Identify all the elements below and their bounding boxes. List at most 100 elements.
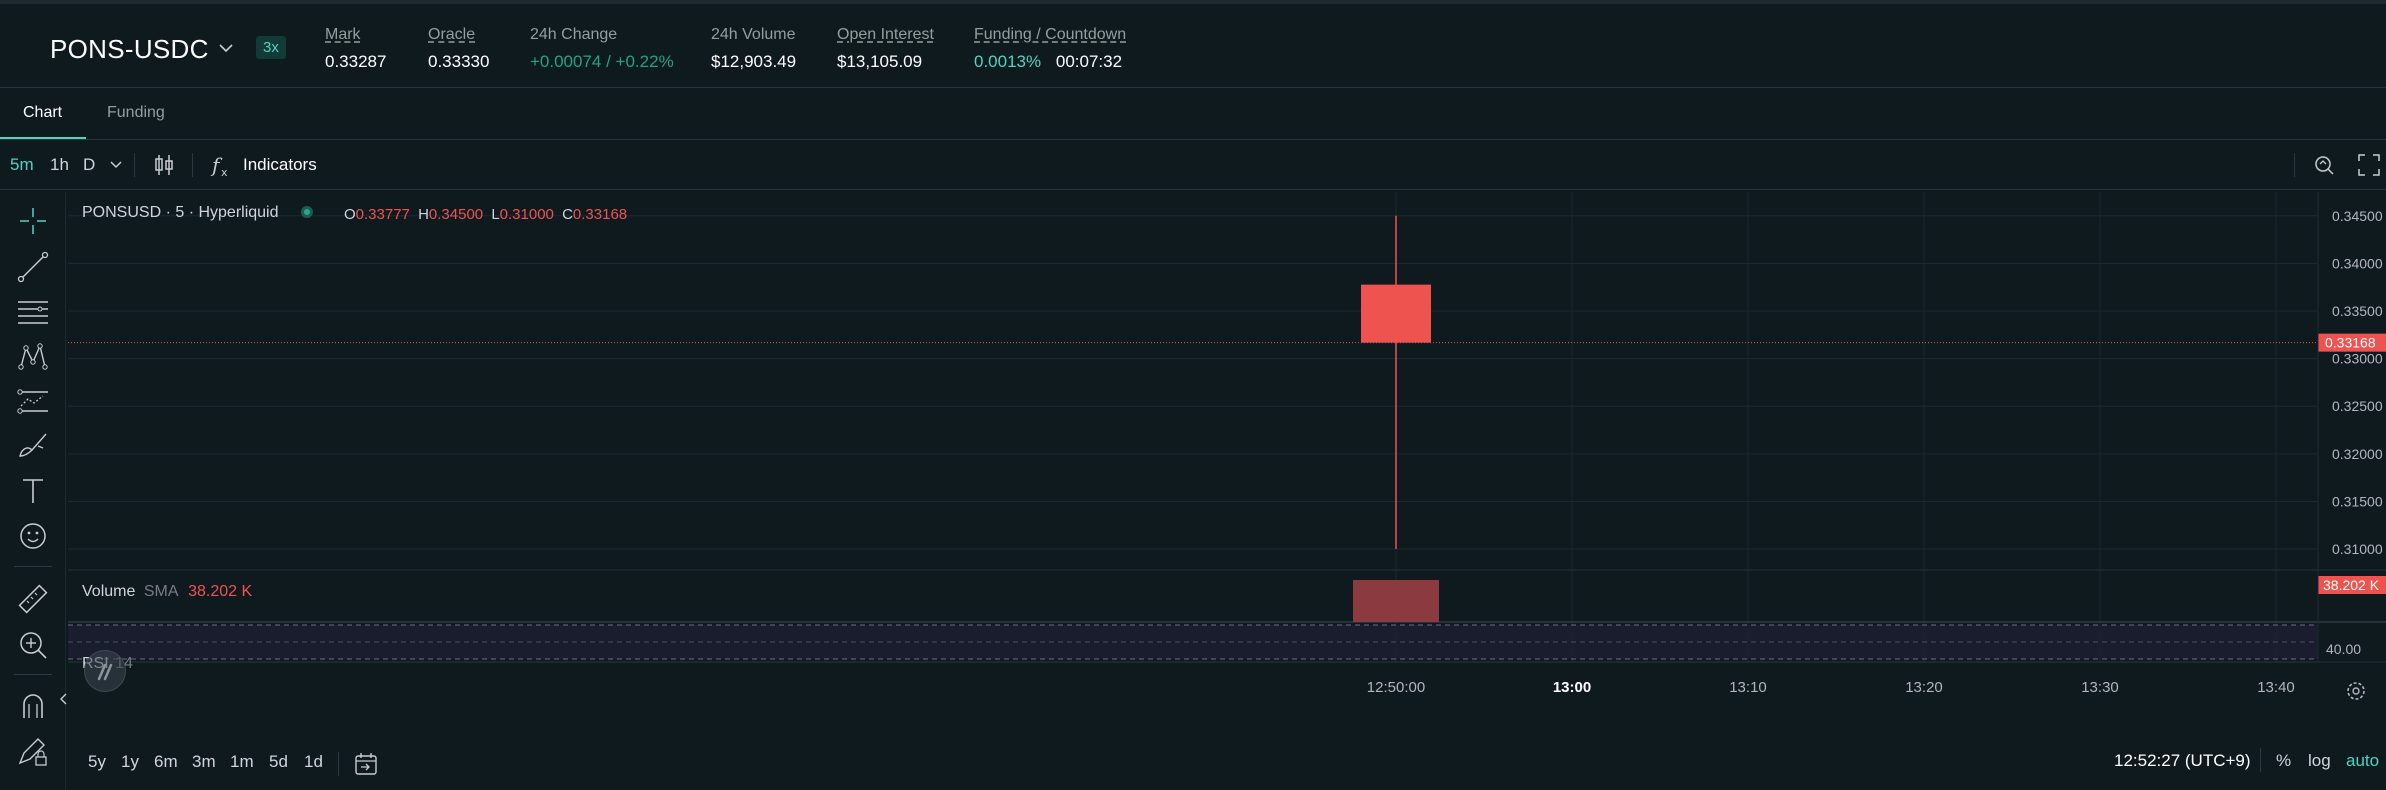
toolbar-divider (2260, 748, 2261, 772)
indicators-button[interactable]: Indicators (243, 155, 317, 175)
y-tick-label: 0.33000 (2332, 351, 2383, 367)
chart-toolbar: 5m 1h D f x Indicators (0, 140, 2386, 190)
toolbar-divider (14, 674, 52, 675)
tab-funding[interactable]: Funding (107, 104, 165, 122)
timeframe-d[interactable]: D (83, 155, 95, 175)
percent-scale-toggle[interactable]: % (2276, 751, 2291, 771)
stat-value: $13,105.09 (837, 52, 923, 71)
funding-countdown: 00:07:32 (1055, 52, 1123, 71)
x-tick-label: 12:50:00 (1367, 679, 1425, 696)
volume-bar[interactable] (1353, 579, 1439, 622)
stat-24h-volume: 24h Volume $12,903.49 (711, 26, 796, 72)
sma-label: SMA (143, 583, 178, 600)
x-tick-label: 13:10 (1729, 679, 1767, 696)
stat-value: 0.33287 (325, 52, 387, 71)
chevron-down-icon[interactable] (108, 156, 124, 172)
chart-clock[interactable]: 12:52:27 (UTC+9) (2114, 751, 2251, 771)
range-1m[interactable]: 1m (230, 752, 254, 772)
sma-badge-label: 38.202 K (2323, 577, 2380, 593)
stat-oracle: Oracle 0.33330 (428, 26, 489, 72)
y-tick-label: 0.31500 (2332, 493, 2383, 509)
candlestick-type-icon[interactable] (153, 153, 175, 177)
funding-rate: 0.0013% (974, 52, 1042, 71)
pair-selector[interactable]: PONS-USDC (50, 34, 209, 65)
horizontal-lines-icon[interactable] (16, 294, 50, 328)
open-key: O (344, 206, 356, 223)
symbol-legend: PONSUSD · 5 · Hyperliquid (82, 204, 313, 222)
chevron-down-icon[interactable] (216, 38, 236, 58)
trend-line-icon[interactable] (16, 250, 50, 284)
stat-value: 0.33330 (428, 52, 490, 71)
stat-label: Oracle (428, 26, 476, 43)
loading-indicator (84, 650, 126, 692)
market-status-icon (300, 206, 313, 218)
stat-mark: Mark 0.33287 (325, 26, 386, 72)
last-price-badge-label: 0.33168 (2325, 335, 2376, 351)
range-1y[interactable]: 1y (121, 752, 139, 772)
sma-value: 38.202 K (188, 583, 253, 600)
toolbar-divider (192, 153, 193, 177)
high-value: 0.34500 (428, 206, 484, 223)
range-5y[interactable]: 5y (88, 752, 106, 772)
stat-24h-change: 24h Change +0.00074 / +0.22% (530, 26, 674, 72)
volume-label[interactable]: Volume (82, 583, 135, 600)
zoom-in-icon[interactable] (16, 628, 50, 662)
text-icon[interactable] (16, 474, 50, 508)
fullscreen-icon[interactable] (2357, 153, 2381, 177)
candle-body[interactable] (1361, 284, 1431, 343)
settings-gear-icon[interactable] (2347, 682, 2365, 700)
emoji-icon[interactable] (16, 519, 50, 553)
leverage-badge: 3x (256, 36, 286, 59)
price-chart[interactable]: 0.34500 0.34000 0.33500 0.33000 0.32500 0.320… (68, 192, 2386, 790)
tab-bar: Chart Funding (0, 88, 2386, 140)
high-key: H (418, 206, 429, 223)
pattern-icon[interactable] (16, 340, 50, 374)
funding-values: 0.0013% 00:07:32 (974, 52, 1126, 72)
market-header: PONS-USDC 3x Mark 0.33287 Oracle 0.33330… (0, 0, 2386, 88)
volume-legend: Volume SMA 38.202 K (82, 583, 252, 601)
range-6m[interactable]: 6m (154, 752, 178, 772)
stat-label: Open Interest (837, 26, 934, 43)
stat-funding: Funding / Countdown 0.0013% 00:07:32 (974, 26, 1126, 72)
stat-open-interest: Open Interest $13,105.09 (837, 26, 934, 72)
magnet-icon[interactable] (16, 690, 50, 724)
tab-chart[interactable]: Chart (23, 104, 62, 122)
log-scale-toggle[interactable]: log (2308, 751, 2331, 771)
spinner-icon (97, 663, 113, 681)
brush-icon[interactable] (16, 428, 50, 462)
toolbar-divider (2294, 153, 2295, 177)
stat-label: 24h Volume (711, 26, 796, 43)
x-tick-label: 13:30 (2081, 679, 2119, 696)
projection-icon[interactable] (16, 384, 50, 418)
stat-value: $12,903.49 (711, 52, 797, 71)
ruler-icon[interactable] (16, 582, 50, 616)
range-3m[interactable]: 3m (192, 752, 216, 772)
stat-label: Funding / Countdown (974, 26, 1127, 43)
function-icon[interactable]: f x (210, 152, 234, 178)
active-tab-indicator (0, 137, 86, 139)
lock-drawing-icon[interactable] (16, 735, 50, 769)
toolbar-divider (338, 752, 339, 776)
svg-text:x: x (221, 166, 228, 178)
go-to-date-icon[interactable] (353, 751, 379, 777)
range-5d[interactable]: 5d (269, 752, 288, 772)
stat-label: Mark (325, 26, 361, 43)
open-value: 0.33777 (355, 206, 410, 223)
symbol-label[interactable]: PONSUSD · 5 · Hyperliquid (82, 204, 279, 221)
y-tick-label: 0.32500 (2332, 398, 2383, 414)
crosshair-icon[interactable] (16, 204, 50, 238)
toolbar-divider (14, 566, 52, 567)
x-tick-label: 13:00 (1553, 679, 1591, 696)
y-tick-label: 0.34000 (2332, 255, 2383, 271)
screenshot-icon[interactable] (2312, 153, 2336, 177)
auto-scale-toggle[interactable]: auto (2346, 751, 2379, 771)
settings-gear-center (2352, 687, 2360, 695)
low-key: L (491, 206, 500, 223)
timeframe-1h[interactable]: 1h (50, 155, 69, 175)
range-1d[interactable]: 1d (304, 752, 323, 772)
drawing-toolbar (0, 192, 68, 790)
collapse-toolbar-icon[interactable] (58, 692, 68, 706)
ohlc-values: O0.33777 H0.34500 L0.31000 C0.33168 (344, 206, 627, 223)
y-tick-label: 0.34500 (2332, 208, 2383, 224)
timeframe-5m[interactable]: 5m (10, 155, 34, 175)
